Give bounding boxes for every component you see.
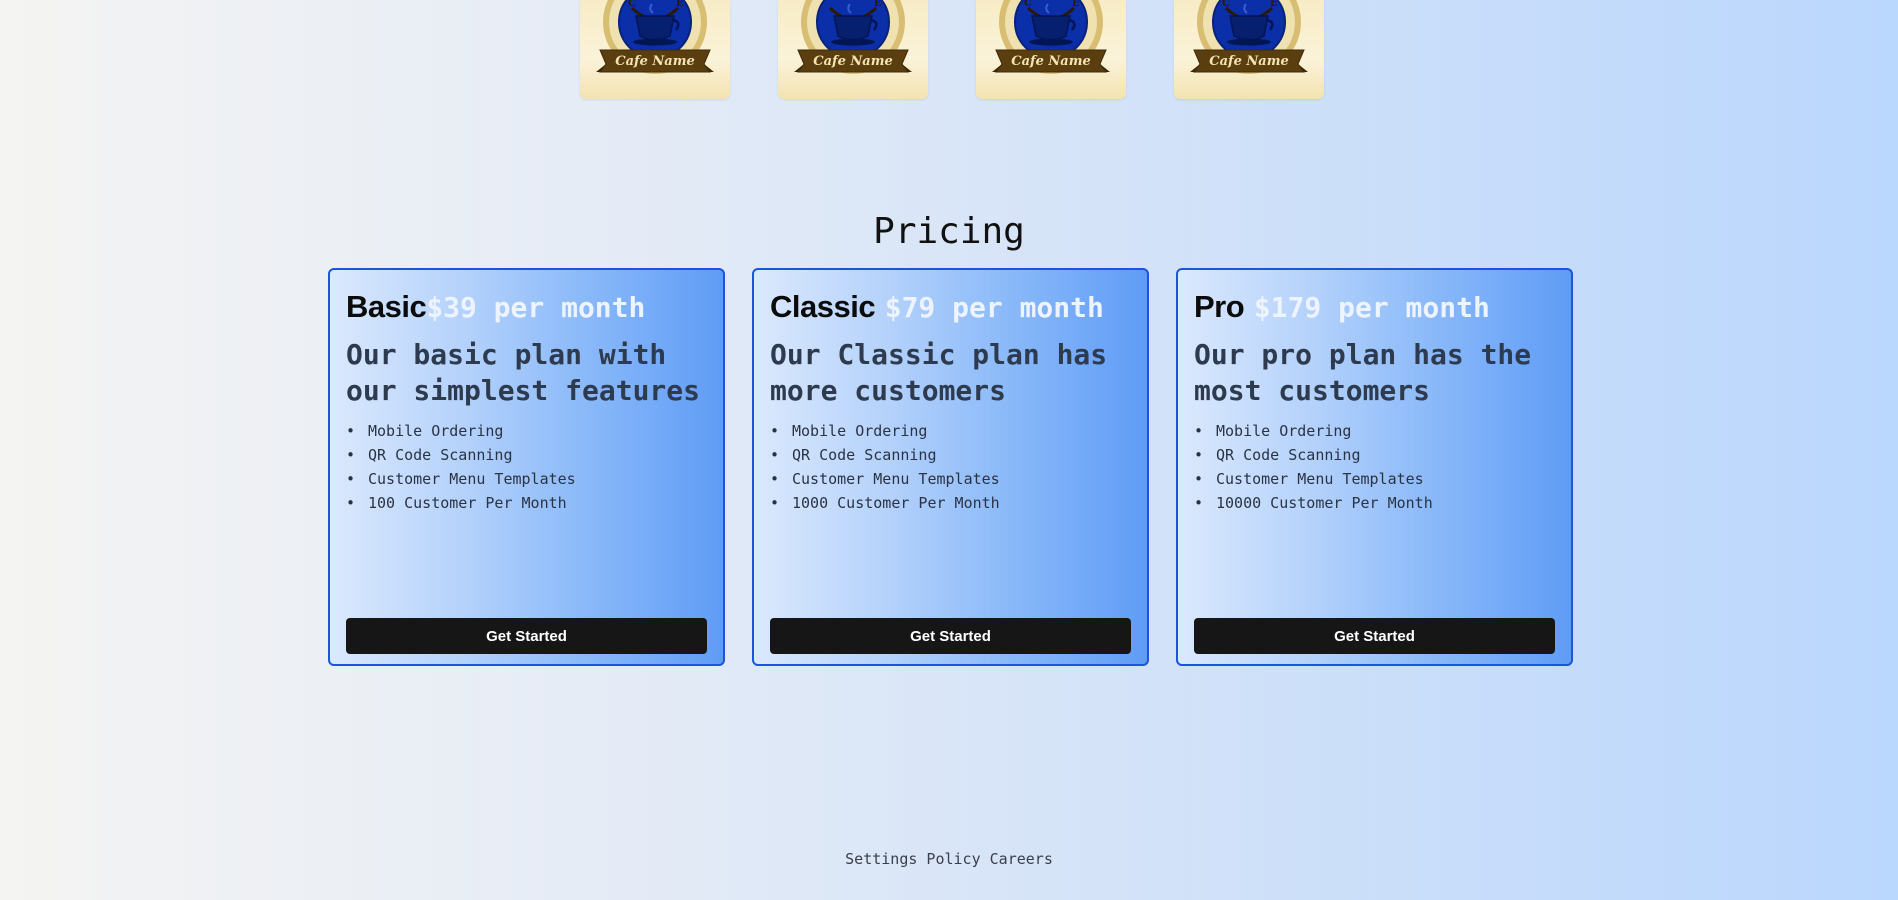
bullet-icon: • xyxy=(1194,422,1204,440)
get-started-button-pro[interactable]: Get Started xyxy=(1194,618,1555,654)
plan-feature-label: QR Code Scanning xyxy=(792,446,937,464)
bullet-icon: • xyxy=(1194,446,1204,464)
plan-feature-label: Customer Menu Templates xyxy=(792,470,1000,488)
plan-price: $179 per month xyxy=(1253,291,1490,324)
plan-feature-label: Mobile Ordering xyxy=(1216,422,1352,440)
plan-feature: • Mobile Ordering xyxy=(346,419,707,443)
plan-feature: • Customer Menu Templates xyxy=(346,467,707,491)
plan-price: $39 per month xyxy=(426,291,646,324)
pricing-card-basic: Basic$39 per month Our basic plan with o… xyxy=(328,268,725,666)
plan-feature-label: Customer Menu Templates xyxy=(368,470,576,488)
cafe-logo-card: E Cafe Name xyxy=(778,0,928,99)
plan-feature-label: Mobile Ordering xyxy=(368,422,504,440)
logo-banner-text: Cafe Name xyxy=(813,54,893,69)
plan-feature-label: QR Code Scanning xyxy=(1216,446,1361,464)
bullet-icon: • xyxy=(1194,494,1204,512)
svg-text:E: E xyxy=(1270,0,1278,9)
plan-header: Pro $179 per month xyxy=(1194,286,1555,333)
bullet-icon: • xyxy=(770,470,780,488)
plan-feature: • 10000 Customer Per Month xyxy=(1194,491,1555,515)
bullet-icon: • xyxy=(770,422,780,440)
plan-feature-list: • Mobile Ordering • QR Code Scanning • Cust… xyxy=(1194,419,1555,515)
plan-feature-label: QR Code Scanning xyxy=(368,446,513,464)
plan-description: Our basic plan with our simplest feature… xyxy=(346,338,701,407)
footer-link-careers[interactable]: Careers xyxy=(990,850,1053,868)
plan-feature: • QR Code Scanning xyxy=(1194,443,1555,467)
bullet-icon: • xyxy=(770,446,780,464)
plan-feature-label: 100 Customer Per Month xyxy=(368,494,567,512)
cafe-logo-emblem: C E Cafe Name xyxy=(992,0,1110,74)
plan-feature-label: 1000 Customer Per Month xyxy=(792,494,1000,512)
footer: Settings Policy Careers xyxy=(0,848,1898,870)
plan-description: Our Classic plan has more customers xyxy=(770,338,1108,407)
get-started-button-classic[interactable]: Get Started xyxy=(770,618,1131,654)
plan-feature: • Customer Menu Templates xyxy=(770,467,1131,491)
cafe-logo-card: C E Cafe Name xyxy=(1174,0,1324,99)
svg-text:C: C xyxy=(1222,0,1230,9)
plan-feature: • QR Code Scanning xyxy=(346,443,707,467)
logo-banner-text: Cafe Name xyxy=(1011,54,1091,69)
plan-feature-label: Customer Menu Templates xyxy=(1216,470,1424,488)
plan-description: Our pro plan has the most customers xyxy=(1194,338,1532,407)
bullet-icon: • xyxy=(346,422,356,440)
pricing-card-pro: Pro $179 per month Our pro plan has the … xyxy=(1176,268,1573,666)
plan-name: Basic xyxy=(346,289,427,324)
svg-text:E: E xyxy=(676,0,684,9)
cafe-logo-emblem: C E Cafe Name xyxy=(1190,0,1308,74)
footer-link-policy[interactable]: Policy xyxy=(926,850,980,868)
logo-strip: C E Cafe Name E Cafe Name C E Cafe Name … xyxy=(0,0,1898,100)
plan-name: Classic xyxy=(770,289,876,324)
plan-feature: • QR Code Scanning xyxy=(770,443,1131,467)
plan-feature-list: • Mobile Ordering • QR Code Scanning • Cust… xyxy=(770,419,1131,515)
footer-link-settings[interactable]: Settings xyxy=(845,850,917,868)
bullet-icon: • xyxy=(346,470,356,488)
plan-feature: • Customer Menu Templates xyxy=(1194,467,1555,491)
logo-banner-text: Cafe Name xyxy=(1209,54,1289,69)
cafe-logo-card: C E Cafe Name xyxy=(580,0,730,99)
plan-header: Classic $79 per month xyxy=(770,286,1131,333)
plan-feature-label: Mobile Ordering xyxy=(792,422,928,440)
svg-text:C: C xyxy=(1024,0,1032,9)
get-started-button-basic[interactable]: Get Started xyxy=(346,618,707,654)
cafe-logo-emblem: E Cafe Name xyxy=(794,0,912,74)
plan-feature: • Mobile Ordering xyxy=(770,419,1131,443)
cafe-logo-emblem: C E Cafe Name xyxy=(596,0,714,74)
cafe-logo-card: C E Cafe Name xyxy=(976,0,1126,99)
plan-feature: • 1000 Customer Per Month xyxy=(770,491,1131,515)
plan-feature: • 100 Customer Per Month xyxy=(346,491,707,515)
plan-feature: • Mobile Ordering xyxy=(1194,419,1555,443)
plan-feature-list: • Mobile Ordering • QR Code Scanning • Cust… xyxy=(346,419,707,515)
pricing-card-classic: Classic $79 per month Our Classic plan h… xyxy=(752,268,1149,666)
svg-text:E: E xyxy=(874,0,882,9)
bullet-icon: • xyxy=(346,494,356,512)
bullet-icon: • xyxy=(346,446,356,464)
plan-header: Basic$39 per month xyxy=(346,286,707,333)
logo-banner-text: Cafe Name xyxy=(615,54,695,69)
bullet-icon: • xyxy=(1194,470,1204,488)
svg-text:E: E xyxy=(1072,0,1080,9)
plan-feature-label: 10000 Customer Per Month xyxy=(1216,494,1433,512)
plan-price: $79 per month xyxy=(884,291,1104,324)
svg-text:C: C xyxy=(628,0,636,9)
bullet-icon: • xyxy=(770,494,780,512)
plan-name: Pro xyxy=(1194,289,1245,324)
pricing-title: Pricing xyxy=(873,211,1025,252)
